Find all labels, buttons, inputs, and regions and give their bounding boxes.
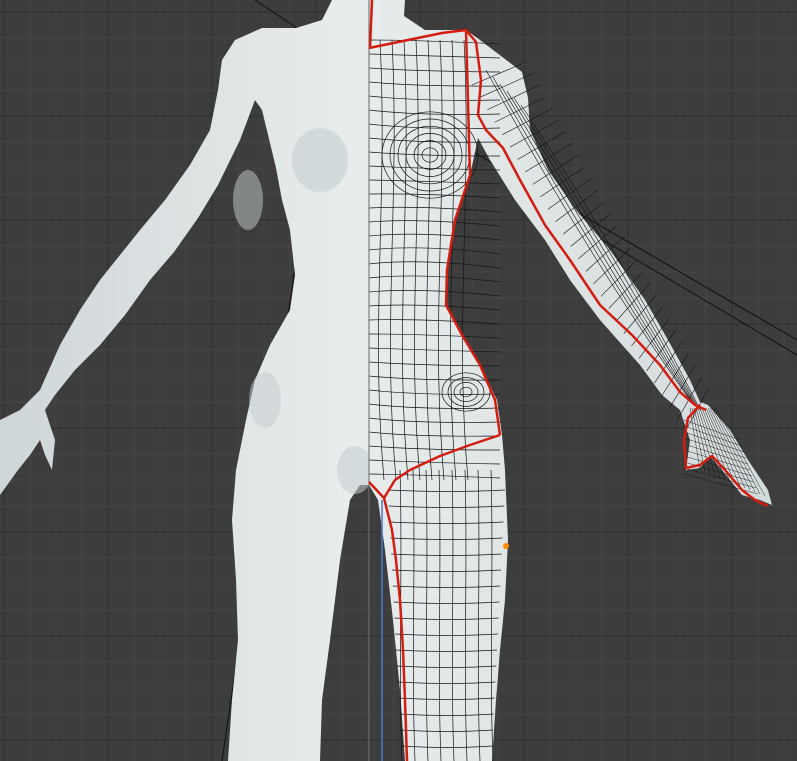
wireframe-half[interactable] bbox=[0, 0, 772, 761]
hip-shade bbox=[249, 372, 281, 428]
side-shade bbox=[233, 170, 263, 230]
3d-viewport[interactable] bbox=[0, 0, 797, 761]
groin-shade bbox=[337, 446, 369, 494]
viewport-canvas[interactable] bbox=[0, 0, 797, 761]
selected-vertex-icon[interactable] bbox=[503, 543, 509, 549]
chest-shade bbox=[292, 128, 348, 192]
